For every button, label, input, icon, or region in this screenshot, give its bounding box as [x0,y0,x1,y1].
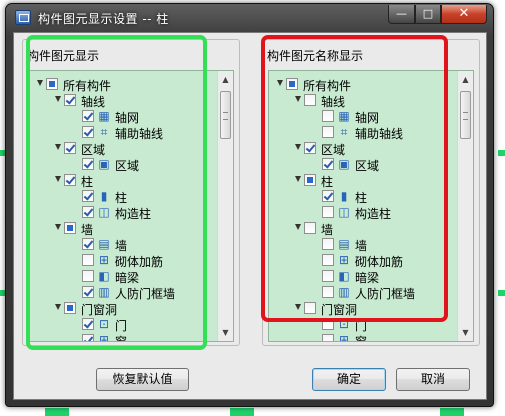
red-highlight-frame [261,35,448,322]
app-icon [15,10,31,25]
desktop-mark [498,290,505,296]
tree-item[interactable]: ⊞ 窗 [269,331,457,342]
scroll-down-icon[interactable]: ▼ [458,325,473,340]
window-controls: — □ ✕ [388,5,487,24]
restore-defaults-button[interactable]: 恢复默认值 [96,368,189,391]
desktop-mark [45,408,69,416]
scroll-up-icon[interactable]: ▲ [458,72,473,87]
close-button[interactable]: ✕ [441,5,487,24]
maximize-button[interactable]: □ [415,5,441,24]
right-scrollbar[interactable]: ▲ ▼ [457,71,473,341]
green-highlight-frame [26,35,207,350]
tree-item-label: 窗 [355,335,368,342]
desktop-mark [230,408,254,416]
cancel-button[interactable]: 取消 [396,368,470,391]
left-scrollbar[interactable]: ▲ ▼ [217,71,233,341]
scroll-down-icon[interactable]: ▼ [218,325,233,340]
ok-button[interactable]: 确定 [312,368,386,391]
desktop-mark [498,150,505,156]
window-title: 构件图元显示设置 -- 柱 [38,12,169,26]
minimize-button[interactable]: — [388,5,415,24]
scroll-thumb[interactable] [460,91,471,139]
window-icon: ⊞ [338,333,350,342]
tree-checkbox[interactable] [322,334,334,341]
title-bar[interactable]: 构件图元显示设置 -- 柱 — □ ✕ [6,4,493,32]
desktop-mark [440,408,464,416]
scroll-up-icon[interactable]: ▲ [218,72,233,87]
